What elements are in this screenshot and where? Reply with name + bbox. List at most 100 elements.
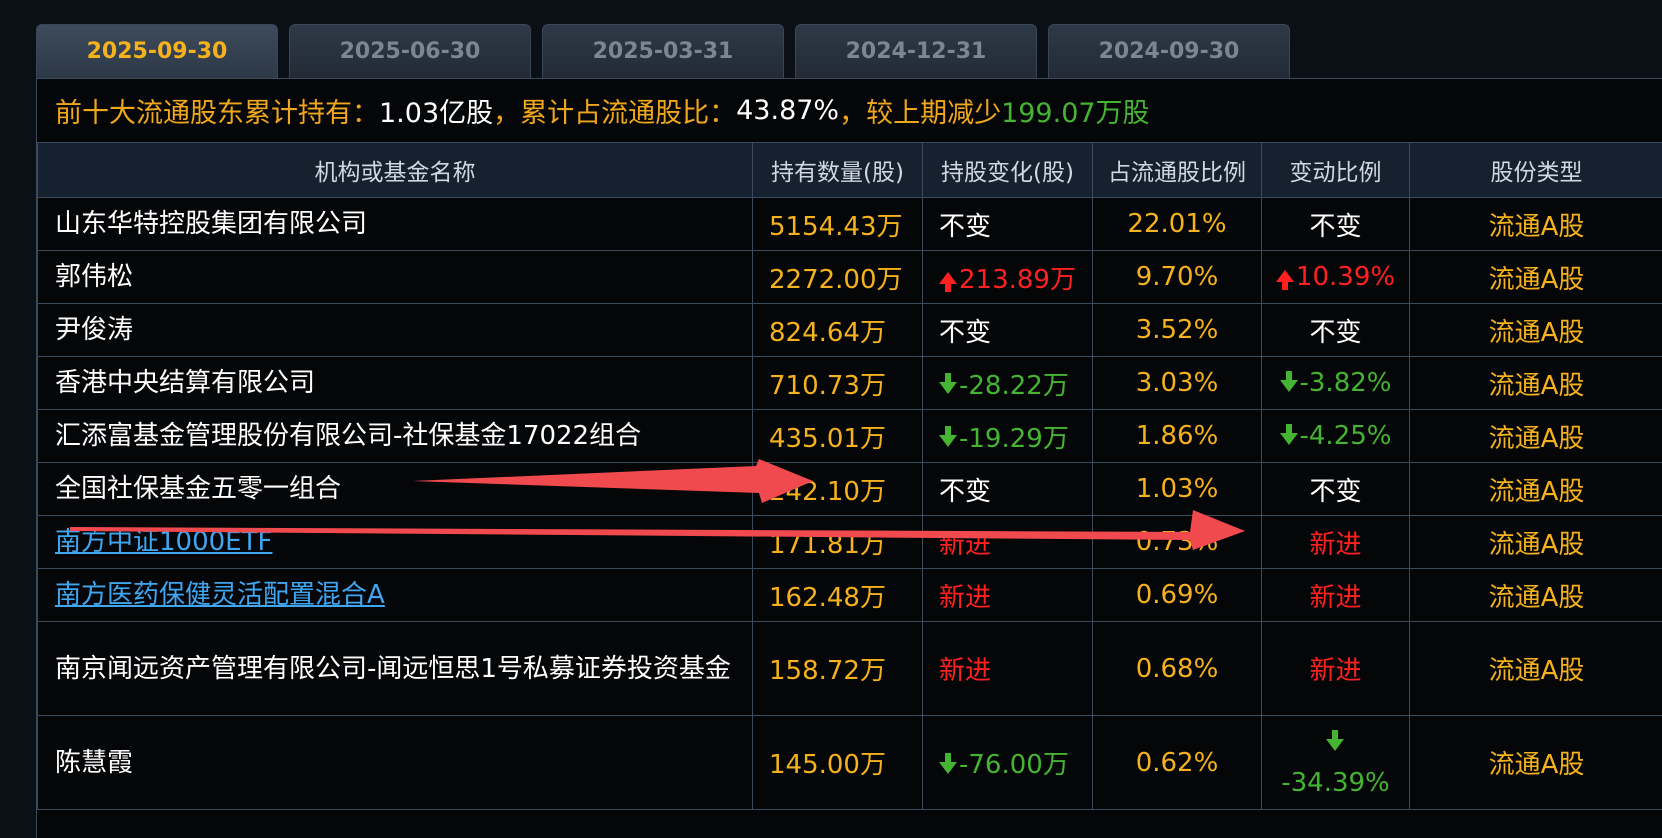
holder-change: 不变 bbox=[922, 303, 1093, 357]
header-float-pct: 占流通股比例 bbox=[1092, 142, 1262, 198]
holder-change-value: 213.89万 bbox=[959, 264, 1076, 295]
summary-label-ratio: ，累计占流通股比： bbox=[493, 98, 737, 129]
holder-change-ratio: -34.39% bbox=[1261, 715, 1410, 810]
holder-share-type: 流通A股 bbox=[1409, 621, 1662, 716]
holder-ratio-value: -4.25% bbox=[1299, 421, 1392, 451]
holder-share-type: 流通A股 bbox=[1409, 250, 1662, 304]
holder-fund-link[interactable]: 南方医药保健灵活配置混合A bbox=[55, 580, 385, 610]
arrow-up-icon bbox=[939, 272, 957, 292]
table-row: 山东华特控股集团有限公司 5154.43万 不变 22.01% 不变 流通A股 bbox=[37, 197, 1662, 251]
holder-change: 213.89万 bbox=[922, 250, 1093, 304]
table-row: 南方中证1000ETF 171.81万 新进 0.73% 新进 流通A股 bbox=[37, 515, 1662, 569]
summary-label-total: 前十大流通股东累计持有： bbox=[55, 98, 379, 129]
tab-2025-03-31[interactable]: 2025-03-31 bbox=[542, 24, 784, 78]
summary-change-value: 199.07万股 bbox=[1001, 98, 1150, 129]
arrow-up-icon bbox=[1275, 269, 1294, 290]
holder-change: -76.00万 bbox=[922, 715, 1093, 810]
holder-change: 不变 bbox=[922, 197, 1093, 251]
holder-change: -19.29万 bbox=[922, 409, 1093, 463]
table-row: 汇添富基金管理股份有限公司-社保基金17022组合 435.01万 -19.29… bbox=[37, 409, 1662, 463]
table-row: 南京闻远资产管理有限公司-闻远恒思1号私募证券投资基金 158.72万 新进 0… bbox=[37, 621, 1662, 716]
holder-change-ratio: 新进 bbox=[1261, 568, 1410, 622]
holder-float-pct: 9.70% bbox=[1092, 250, 1262, 304]
holder-share-type: 流通A股 bbox=[1409, 303, 1662, 357]
holder-share-type: 流通A股 bbox=[1409, 515, 1662, 569]
table-row: 香港中央结算有限公司 710.73万 -28.22万 3.03% -3.82% … bbox=[37, 356, 1662, 410]
holder-change-value: -76.00万 bbox=[959, 750, 1069, 780]
holder-qty: 158.72万 bbox=[752, 621, 923, 716]
holder-share-type: 流通A股 bbox=[1409, 715, 1662, 810]
holder-change-ratio: -4.25% bbox=[1261, 409, 1410, 463]
holder-name: 南方中证1000ETF bbox=[37, 515, 753, 569]
holder-float-pct: 1.86% bbox=[1092, 409, 1262, 463]
summary-bar: 前十大流通股东累计持有： 1.03亿股 ，累计占流通股比： 43.87% ，较上期减少… bbox=[37, 79, 1662, 142]
tab-2025-06-30[interactable]: 2025-06-30 bbox=[289, 24, 531, 78]
holder-float-pct: 3.52% bbox=[1092, 303, 1262, 357]
holder-change: -28.22万 bbox=[922, 356, 1093, 410]
holder-change-value: -19.29万 bbox=[959, 423, 1069, 454]
holder-qty: 145.00万 bbox=[752, 715, 923, 810]
holder-qty: 171.81万 bbox=[752, 515, 923, 569]
holder-change-ratio: 不变 bbox=[1261, 462, 1410, 516]
arrow-down-icon bbox=[1279, 423, 1298, 445]
table-row: 郭伟松 2272.00万 213.89万 9.70% 10.39% 流通A股 bbox=[37, 250, 1662, 304]
holder-qty: 435.01万 bbox=[752, 409, 923, 463]
holder-share-type: 流通A股 bbox=[1409, 568, 1662, 622]
holder-name: 尹俊涛 bbox=[37, 303, 753, 357]
holder-float-pct: 0.69% bbox=[1092, 568, 1262, 622]
holder-float-pct: 0.62% bbox=[1092, 715, 1262, 810]
holder-share-type: 流通A股 bbox=[1409, 197, 1662, 251]
holder-name: 汇添富基金管理股份有限公司-社保基金17022组合 bbox=[37, 409, 753, 463]
holder-change: 新进 bbox=[922, 568, 1093, 622]
arrow-down-icon bbox=[939, 752, 957, 774]
holder-qty: 5154.43万 bbox=[752, 197, 923, 251]
holder-change-ratio: 不变 bbox=[1261, 197, 1410, 251]
date-tabs: 2025-09-30 2025-06-30 2025-03-31 2024-12… bbox=[36, 24, 1301, 78]
tab-2025-09-30[interactable]: 2025-09-30 bbox=[36, 24, 278, 78]
holder-name: 香港中央结算有限公司 bbox=[37, 356, 753, 410]
holder-name: 郭伟松 bbox=[37, 250, 753, 304]
holder-change: 不变 bbox=[922, 462, 1093, 516]
holder-ratio-value: 10.39% bbox=[1295, 262, 1396, 292]
holder-change-ratio: -3.82% bbox=[1261, 356, 1410, 410]
holder-name: 南京闻远资产管理有限公司-闻远恒思1号私募证券投资基金 bbox=[37, 621, 753, 716]
table-row: 南方医药保健灵活配置混合A 162.48万 新进 0.69% 新进 流通A股 bbox=[37, 568, 1662, 622]
holder-qty: 2272.00万 bbox=[752, 250, 923, 304]
tab-2024-12-31[interactable]: 2024-12-31 bbox=[795, 24, 1037, 78]
holder-float-pct: 0.73% bbox=[1092, 515, 1262, 569]
holder-change-ratio: 10.39% bbox=[1261, 250, 1410, 304]
summary-total-value: 1.03亿股 bbox=[379, 98, 494, 129]
holder-ratio-value: -3.82% bbox=[1299, 368, 1392, 398]
holder-share-type: 流通A股 bbox=[1409, 462, 1662, 516]
holder-qty: 242.10万 bbox=[752, 462, 923, 516]
header-qty: 持有数量(股) bbox=[752, 142, 923, 198]
holder-change-ratio: 不变 bbox=[1261, 303, 1410, 357]
holder-fund-link[interactable]: 南方中证1000ETF bbox=[55, 527, 272, 557]
holder-change-value: -28.22万 bbox=[959, 370, 1069, 401]
arrow-down-icon bbox=[1325, 730, 1344, 751]
header-share-type: 股份类型 bbox=[1409, 142, 1662, 198]
holder-float-pct: 3.03% bbox=[1092, 356, 1262, 410]
holders-table: 机构或基金名称 持有数量(股) 持股变化(股) 占流通股比例 变动比例 股份类型… bbox=[37, 142, 1662, 810]
holder-change: 新进 bbox=[922, 515, 1093, 569]
holder-float-pct: 22.01% bbox=[1092, 197, 1262, 251]
holder-share-type: 流通A股 bbox=[1409, 409, 1662, 463]
tab-2024-09-30[interactable]: 2024-09-30 bbox=[1048, 24, 1290, 78]
holder-float-pct: 0.68% bbox=[1092, 621, 1262, 716]
holder-name: 南方医药保健灵活配置混合A bbox=[37, 568, 753, 622]
table-row: 全国社保基金五零一组合 242.10万 不变 1.03% 不变 流通A股 bbox=[37, 462, 1662, 516]
holder-float-pct: 1.03% bbox=[1092, 462, 1262, 516]
holder-qty: 824.64万 bbox=[752, 303, 923, 357]
holder-qty: 710.73万 bbox=[752, 356, 923, 410]
header-change: 持股变化(股) bbox=[922, 142, 1093, 198]
holder-ratio-value: -34.39% bbox=[1281, 767, 1390, 798]
summary-ratio-value: 43.87% bbox=[736, 95, 840, 126]
holder-change: 新进 bbox=[922, 621, 1093, 716]
arrow-down-icon bbox=[1279, 370, 1298, 392]
holder-qty: 162.48万 bbox=[752, 568, 923, 622]
table-row: 尹俊涛 824.64万 不变 3.52% 不变 流通A股 bbox=[37, 303, 1662, 357]
table-row: 陈慧霞 145.00万 -76.00万 0.62% -34.39% 流通A股 bbox=[37, 715, 1662, 810]
arrow-down-icon bbox=[939, 373, 957, 394]
header-change-ratio: 变动比例 bbox=[1261, 142, 1410, 198]
summary-label-change: ，较上期减少 bbox=[839, 98, 1002, 129]
